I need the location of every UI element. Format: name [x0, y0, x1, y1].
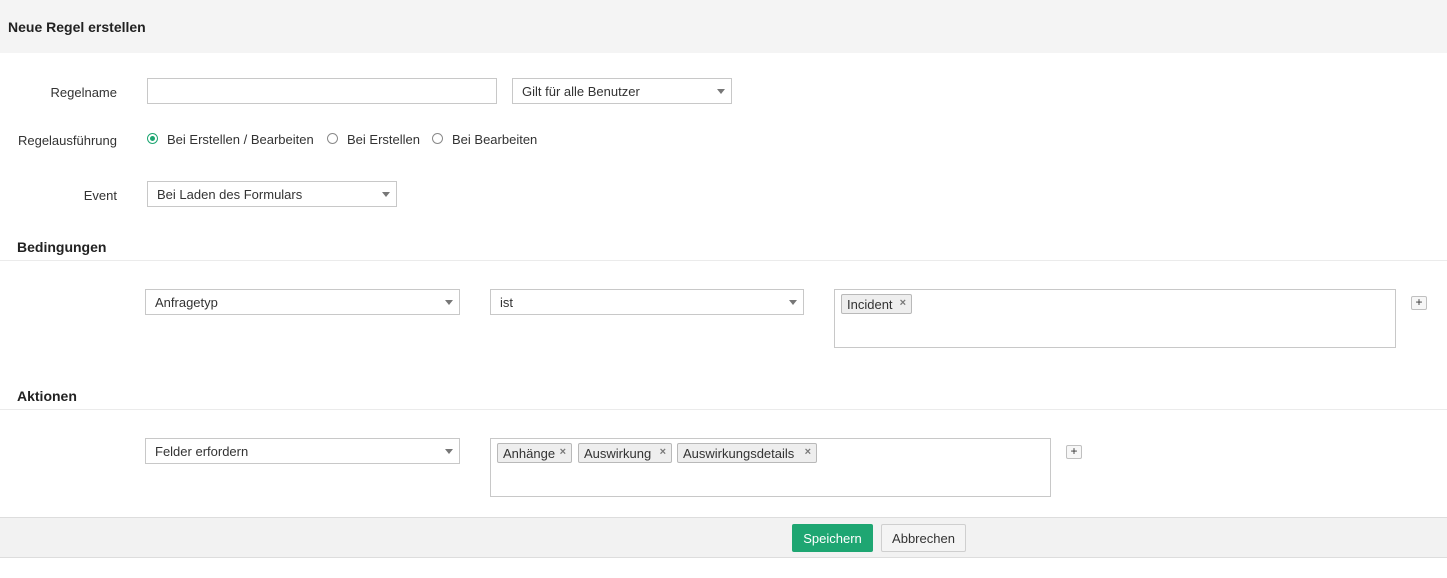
radio-label: Bei Erstellen / Bearbeiten: [167, 132, 314, 147]
condition-field-value: Anfragetyp: [155, 295, 218, 310]
tag-field: Auswirkungsdetails ×: [677, 443, 817, 463]
rule-name-input[interactable]: [147, 78, 497, 104]
tag-label: Incident: [847, 297, 893, 312]
applies-to-value: Gilt für alle Benutzer: [522, 84, 640, 99]
radio-label: Bei Bearbeiten: [452, 132, 538, 147]
action-fields-input[interactable]: Anhänge × Auswirkung × Auswirkungsdetail…: [490, 438, 1051, 497]
actions-title: Aktionen: [17, 388, 77, 404]
dialog-footer: Speichern Abbrechen: [0, 517, 1447, 558]
chevron-down-icon: [382, 192, 390, 197]
radio-label: Bei Erstellen: [347, 132, 420, 147]
event-select[interactable]: Bei Laden des Formulars: [147, 181, 397, 207]
conditions-title: Bedingungen: [17, 239, 107, 255]
condition-field-select[interactable]: Anfragetyp: [145, 289, 460, 315]
tag-incident: Incident ×: [841, 294, 912, 314]
cancel-button[interactable]: Abbrechen: [881, 524, 966, 552]
tag-label: Auswirkung: [584, 446, 652, 461]
tag-field: Auswirkung ×: [578, 443, 672, 463]
applies-to-select[interactable]: Gilt für alle Benutzer: [512, 78, 732, 104]
rule-name-label: Regelname: [50, 85, 118, 100]
radio-unchecked-icon: [432, 133, 443, 144]
remove-tag-icon[interactable]: ×: [660, 446, 666, 458]
dialog-header: Neue Regel erstellen: [0, 0, 1447, 53]
tag-field: Anhänge ×: [497, 443, 572, 463]
tag-label: Anhänge: [503, 446, 556, 461]
chevron-down-icon: [445, 449, 453, 454]
add-condition-button[interactable]: +: [1411, 296, 1427, 310]
remove-tag-icon[interactable]: ×: [805, 446, 811, 458]
plus-icon: +: [1070, 444, 1078, 458]
event-value: Bei Laden des Formulars: [157, 187, 303, 202]
dialog-title: Neue Regel erstellen: [8, 19, 146, 35]
action-type-select[interactable]: Felder erfordern: [145, 438, 460, 464]
condition-operator-select[interactable]: ist: [490, 289, 804, 315]
conditions-divider: [0, 260, 1447, 261]
radio-checked-icon: [147, 133, 158, 144]
plus-icon: +: [1415, 295, 1423, 309]
action-type-value: Felder erfordern: [155, 444, 249, 459]
remove-tag-icon[interactable]: ×: [560, 446, 566, 458]
tag-label: Auswirkungsdetails: [683, 446, 795, 461]
actions-divider: [0, 409, 1447, 410]
remove-tag-icon[interactable]: ×: [900, 297, 906, 309]
event-label: Event: [83, 188, 117, 203]
execution-label: Regelausführung: [17, 133, 117, 148]
save-button[interactable]: Speichern: [792, 524, 873, 552]
chevron-down-icon: [445, 300, 453, 305]
condition-operator-value: ist: [500, 295, 513, 310]
add-action-button[interactable]: +: [1066, 445, 1082, 459]
radio-unchecked-icon: [327, 133, 338, 144]
condition-values-input[interactable]: Incident ×: [834, 289, 1396, 348]
chevron-down-icon: [789, 300, 797, 305]
chevron-down-icon: [717, 89, 725, 94]
